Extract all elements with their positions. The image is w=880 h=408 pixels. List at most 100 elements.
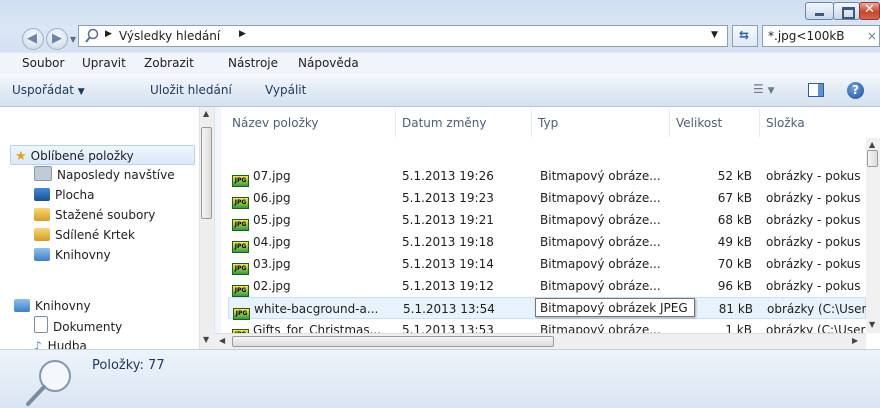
chevron-down-icon: ▼ — [767, 86, 775, 96]
type-tooltip: Bitmapový obrázek JPEG — [535, 298, 695, 317]
menu-soubor[interactable]: Soubor — [22, 56, 64, 70]
maximize-button[interactable] — [833, 2, 860, 20]
file-name: 04.jpg — [253, 235, 291, 249]
cell-date: 5.1.2013 19:12 — [402, 279, 494, 293]
scroll-thumb[interactable] — [201, 127, 212, 219]
scroll-up-icon[interactable]: ▲ — [869, 140, 875, 149]
table-row[interactable]: JPG 04.jpg 5.1.2013 19:18 Bitmapový obráze.… — [228, 231, 866, 253]
save-search-button[interactable]: Uložit hledání — [150, 83, 232, 97]
file-name: 03.jpg — [253, 257, 291, 271]
cell-name: JPG 06.jpg — [232, 187, 396, 209]
refresh-icon: ⇆ — [739, 28, 750, 42]
cell-name: JPG 05.jpg — [232, 209, 396, 231]
scroll-left-icon[interactable]: ◀ — [219, 336, 225, 345]
cell-size: 96 kB — [717, 279, 752, 293]
cell-date: 5.1.2013 19:18 — [402, 235, 494, 249]
table-row[interactable]: JPG 05.jpg 5.1.2013 19:21 Bitmapový obráze.… — [228, 209, 866, 231]
file-name: 06.jpg — [253, 191, 291, 205]
jpg-file-icon: JPG — [232, 197, 249, 209]
minimize-icon — [815, 13, 824, 16]
menu-napoveda[interactable]: Nápověda — [298, 56, 359, 70]
cell-folder: obrázky (C:\User — [766, 323, 866, 333]
cell-size: 68 kB — [717, 213, 752, 227]
file-name: 05.jpg — [253, 213, 291, 227]
cell-size: 70 kB — [717, 257, 752, 271]
column-name[interactable]: Název položky — [226, 109, 396, 137]
table-row[interactable]: JPG 03.jpg 5.1.2013 19:14 Bitmapový obráze.… — [228, 253, 866, 275]
nav-shared-krtek[interactable]: Sdílené Krtek — [34, 225, 135, 245]
folder-icon — [34, 228, 50, 241]
search-input[interactable]: *.jpg<100kB — [768, 29, 845, 43]
preview-pane-icon[interactable] — [808, 83, 824, 97]
minimize-button[interactable] — [805, 2, 834, 20]
table-row[interactable]: JPG 06.jpg 5.1.2013 19:23 Bitmapový obráze.… — [228, 187, 866, 209]
column-date[interactable]: Datum změny — [396, 109, 532, 137]
cell-date: 5.1.2013 19:21 — [402, 213, 494, 227]
nav-favorites-label: Oblíbené položky — [30, 149, 134, 163]
menu-zobrazit[interactable]: Zobrazit — [144, 56, 194, 70]
cell-name: JPG 02.jpg — [232, 275, 396, 297]
breadcrumb-arrow-icon[interactable]: ▶ — [239, 29, 246, 39]
nav-scrollbar[interactable]: ▲ ▼ — [199, 107, 214, 349]
menu-upravit[interactable]: Upravit — [82, 56, 126, 70]
cell-date: 5.1.2013 13:53 — [402, 323, 494, 333]
nav-desktop[interactable]: Plocha — [34, 185, 94, 205]
nav-downloads[interactable]: Stažené soubory — [34, 205, 155, 225]
close-button[interactable]: ✕ — [859, 2, 880, 20]
cell-type: Bitmapový obráze... — [540, 169, 661, 183]
nav-item-label: Sdílené Krtek — [55, 228, 135, 242]
nav-music[interactable]: ♪ Hudba — [34, 336, 87, 349]
cell-date: 5.1.2013 19:26 — [402, 169, 494, 183]
cell-name: JPGGifts_for_Christmas... — [232, 319, 396, 333]
nav-libraries-link[interactable]: Knihovny — [34, 245, 111, 265]
help-icon[interactable]: ? — [847, 82, 864, 99]
refresh-button[interactable]: ⇆ — [732, 25, 758, 47]
search-box[interactable]: *.jpg<100kB × — [762, 25, 880, 47]
column-type[interactable]: Typ — [532, 109, 670, 137]
cell-date: 5.1.2013 13:54 — [403, 302, 495, 316]
scroll-right-icon[interactable]: ▶ — [852, 336, 858, 345]
cell-name: JPG 07.jpg — [232, 165, 396, 187]
back-button[interactable]: ◀ — [22, 28, 44, 50]
nav-documents[interactable]: Dokumenty — [34, 316, 122, 336]
table-row[interactable]: JPGGifts_for_Christmas... 5.1.2013 13:53 B… — [228, 319, 866, 333]
cell-type: Bitmapový obráze... — [540, 323, 661, 333]
details-pane: Položky: 77 — [0, 349, 880, 408]
jpg-file-icon: JPG — [232, 285, 249, 297]
cell-name: JPG 04.jpg — [232, 231, 396, 253]
list-scrollbar[interactable]: ▲ ▼ — [866, 138, 880, 333]
forward-button[interactable]: ▶ — [46, 28, 68, 50]
clear-search-icon[interactable]: × — [867, 29, 877, 43]
nav-item-label: Plocha — [55, 188, 95, 202]
view-options-button[interactable]: ☰ ▼ — [753, 82, 775, 96]
scroll-down-icon[interactable]: ▼ — [203, 335, 209, 344]
menu-nastroje[interactable]: Nástroje — [228, 56, 278, 70]
forward-arrow-icon: ▶ — [52, 31, 62, 46]
scroll-up-icon[interactable]: ▲ — [203, 109, 209, 118]
scroll-down-icon[interactable]: ▼ — [869, 320, 875, 329]
column-folder[interactable]: Složka — [760, 109, 866, 137]
cell-size: 52 kB — [717, 169, 752, 183]
burn-button[interactable]: Vypálit — [265, 83, 306, 97]
recent-pages-dropdown[interactable]: ▼ — [70, 35, 76, 44]
nav-libraries[interactable]: Knihovny — [14, 296, 91, 316]
scroll-thumb[interactable] — [232, 336, 554, 347]
address-bar[interactable]: ▶ Výsledky hledání ▶ ▼ — [78, 25, 728, 47]
column-size[interactable]: Velikost — [670, 109, 760, 137]
scroll-thumb[interactable] — [867, 150, 878, 167]
horizontal-scrollbar[interactable]: ◀ ▶ — [214, 333, 866, 350]
nav-item-label: Knihovny — [55, 248, 111, 262]
table-row[interactable]: JPG 07.jpg 5.1.2013 19:26 Bitmapový obráze.… — [228, 165, 866, 187]
jpg-file-icon: JPG — [232, 241, 249, 253]
pane-splitter[interactable] — [214, 107, 221, 349]
cell-size: 1 kB — [725, 323, 752, 333]
nav-recent-places[interactable]: Naposledy navštíve — [34, 165, 175, 185]
address-dropdown-icon[interactable]: ▼ — [711, 30, 718, 40]
navigation-pane: ★ Oblíbené položky Naposledy navštíve Plo… — [0, 107, 214, 349]
table-row[interactable]: JPG 02.jpg 5.1.2013 19:12 Bitmapový obráze.… — [228, 275, 866, 297]
nav-favorites[interactable]: ★ Oblíbené položky — [10, 145, 195, 165]
organize-button[interactable]: Uspořádat ▼ — [12, 83, 85, 97]
cell-size: 49 kB — [717, 235, 752, 249]
breadcrumb-arrow-icon: ▶ — [105, 29, 112, 39]
breadcrumb[interactable]: Výsledky hledání — [119, 29, 220, 43]
